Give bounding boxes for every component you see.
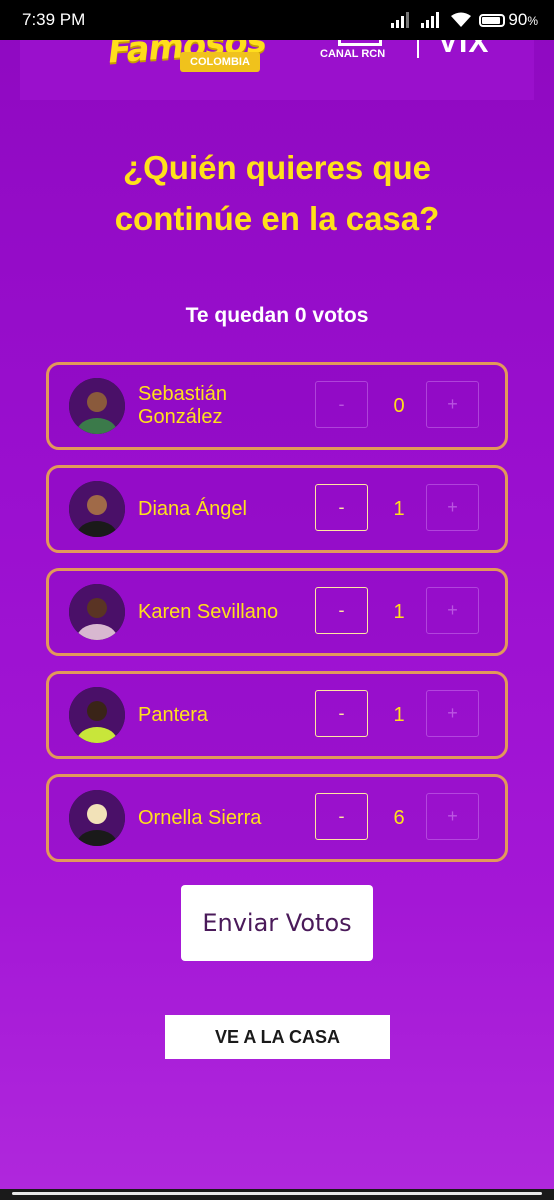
logo-divider [417, 40, 419, 58]
battery-icon: 90% [479, 10, 538, 30]
vote-count: 1 [393, 703, 405, 726]
contestant-name: Pantera [138, 703, 209, 726]
contestant-name: Ornella Sierra [138, 806, 262, 829]
nav-gesture-handle[interactable] [12, 1192, 542, 1195]
status-icons: 90% [391, 10, 538, 30]
contestant-avatar [69, 687, 125, 743]
title-line-1: ¿Quién quieres que [122, 149, 432, 186]
votes-remaining: Te quedan 0 votos [185, 304, 369, 327]
contestant-card: Diana Ángel - 1 + [46, 465, 508, 553]
contestant-card: Sebastián González - 0 + [46, 362, 508, 450]
contestant-card: Ornella Sierra - 6 + [46, 774, 508, 862]
vote-count: 0 [393, 394, 405, 417]
header-logos: Famosos COLOMBIA CANAL RCN VIX [20, 40, 534, 100]
contestant-avatar [69, 378, 125, 434]
contestant-card: Pantera - 1 + [46, 671, 508, 759]
decrease-vote-button[interactable]: - [315, 793, 368, 840]
decrease-vote-button[interactable]: - [315, 381, 368, 428]
decrease-vote-button[interactable]: - [315, 484, 368, 531]
contestant-avatar [69, 481, 125, 537]
rcn-logo-icon [338, 40, 382, 46]
page-title: ¿Quién quieres que continúe en la casa? [0, 142, 554, 244]
colombia-logo-badge: COLOMBIA [180, 52, 260, 72]
increase-vote-button[interactable]: + [426, 381, 479, 428]
decrease-vote-button[interactable]: - [315, 587, 368, 634]
canal-rcn-logo: CANAL RCN [320, 48, 386, 60]
contestant-avatar [69, 584, 125, 640]
battery-percent: 90% [508, 10, 538, 29]
contestant-name: Diana Ángel [138, 497, 247, 520]
title-line-2: continúe en la casa? [114, 200, 440, 237]
increase-vote-button[interactable]: + [426, 793, 479, 840]
contestant-avatar [69, 790, 125, 846]
send-votes-button[interactable]: Enviar Votos [181, 885, 373, 961]
contestant-card: Karen Sevillano - 1 + [46, 568, 508, 656]
decrease-vote-button[interactable]: - [315, 690, 368, 737]
status-bar: 7:39 PM 90% [0, 0, 554, 40]
signal-icon [391, 12, 410, 28]
wifi-icon [451, 12, 472, 27]
contestant-name: Karen Sevillano [138, 600, 279, 623]
vix-logo: VIX [438, 40, 490, 59]
vote-count: 1 [393, 497, 405, 520]
status-time: 7:39 PM [22, 10, 86, 29]
contestant-name: Sebastián González [138, 383, 227, 428]
vote-count: 1 [393, 600, 405, 623]
vote-count: 6 [393, 806, 405, 829]
go-to-house-button[interactable]: VE A LA CASA [165, 1015, 390, 1059]
increase-vote-button[interactable]: + [426, 587, 479, 634]
increase-vote-button[interactable]: + [426, 484, 479, 531]
signal-icon-2 [421, 12, 440, 28]
increase-vote-button[interactable]: + [426, 690, 479, 737]
